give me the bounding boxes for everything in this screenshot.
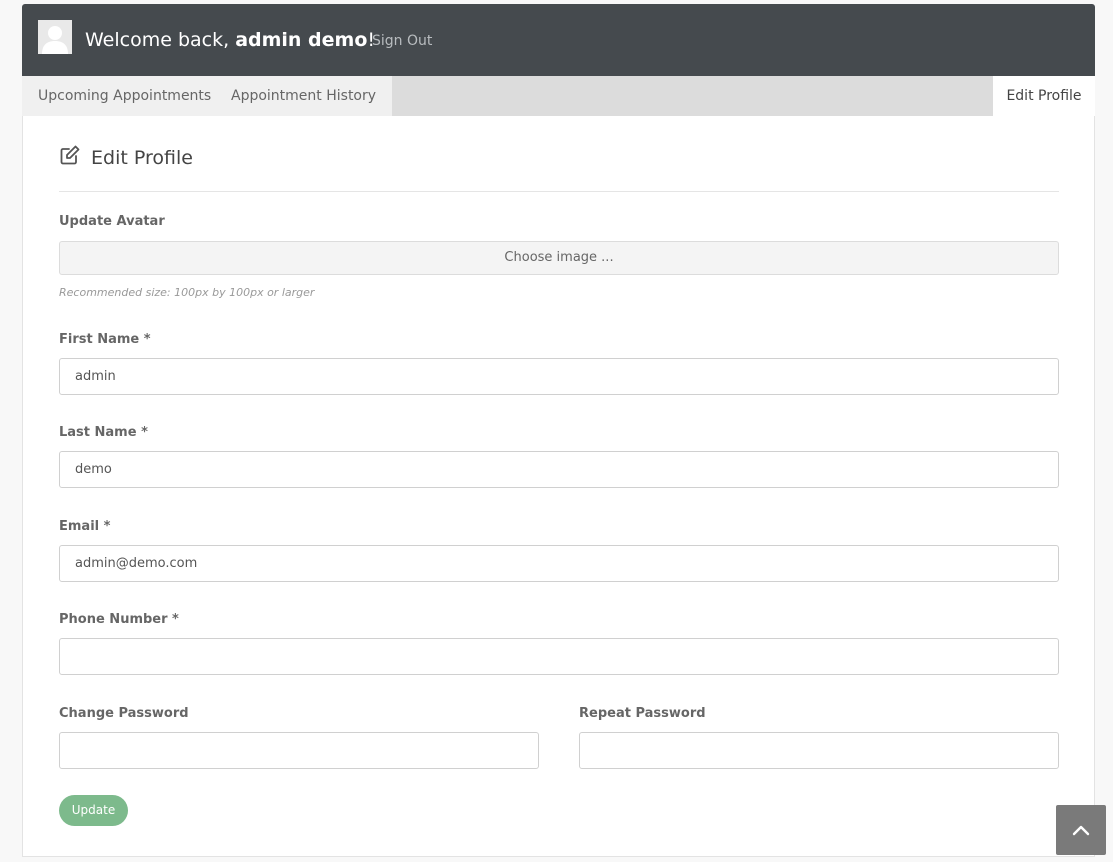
tab-edit-profile[interactable]: Edit Profile [993,76,1095,116]
tab-appointment-history[interactable]: Appointment History [215,76,393,116]
user-silhouette-icon [38,20,72,54]
update-button[interactable]: Update [59,795,128,826]
welcome-prefix: Welcome back, [85,29,236,51]
choose-image-button[interactable]: Choose image ... [59,241,1059,275]
user-name: admin demo [235,29,368,51]
avatar-size-hint: Recommended size: 100px by 100px or larg… [59,286,315,299]
scroll-to-top-button[interactable] [1056,805,1106,855]
first-name-label: First Name * [59,332,151,347]
welcome-message: Welcome back, admin demo! [85,28,375,52]
repeat-password-field[interactable] [579,732,1059,769]
header-bar: Welcome back, admin demo! Sign Out [22,4,1095,76]
update-avatar-label: Update Avatar [59,214,165,229]
last-name-field[interactable] [59,451,1059,488]
first-name-field[interactable] [59,358,1059,395]
change-password-label: Change Password [59,706,189,721]
tab-bar: Upcoming Appointments Appointment Histor… [22,76,1095,116]
chevron-up-icon [1072,821,1090,840]
email-label: Email * [59,519,111,534]
repeat-password-label: Repeat Password [579,706,706,721]
page-title-text: Edit Profile [91,146,193,169]
phone-number-field[interactable] [59,638,1059,675]
edit-icon [59,144,91,171]
edit-profile-panel: Edit Profile Update Avatar Choose image … [22,116,1095,857]
tab-upcoming-appointments[interactable]: Upcoming Appointments [22,76,228,116]
phone-number-label: Phone Number * [59,612,179,627]
change-password-field[interactable] [59,732,539,769]
last-name-label: Last Name * [59,425,148,440]
title-divider [59,191,1059,192]
email-field[interactable] [59,545,1059,582]
sign-out-link[interactable]: Sign Out [372,32,432,50]
page-title: Edit Profile [59,144,193,171]
